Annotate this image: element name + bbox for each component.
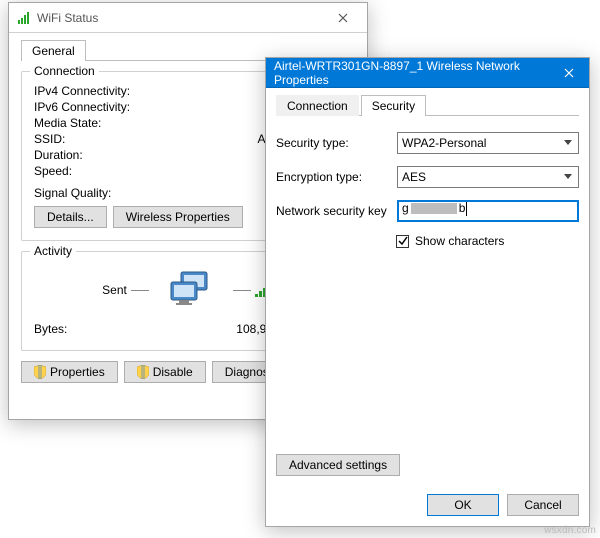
properties-button[interactable]: Properties xyxy=(21,361,118,383)
row-network-key: Network security key gb xyxy=(276,200,579,222)
duration-label: Duration: xyxy=(34,148,174,162)
network-key-prefix: g xyxy=(402,201,409,215)
row-encryption-type: Encryption type: AES xyxy=(276,166,579,188)
advanced-settings-button[interactable]: Advanced settings xyxy=(276,454,400,476)
disable-button[interactable]: Disable xyxy=(124,361,206,383)
wireless-properties-button[interactable]: Wireless Properties xyxy=(113,206,243,228)
text-caret xyxy=(466,202,467,216)
tab-connection[interactable]: Connection xyxy=(276,95,359,116)
status-titlebar[interactable]: WiFi Status xyxy=(9,3,367,33)
close-icon[interactable] xyxy=(549,58,589,88)
ok-button[interactable]: OK xyxy=(427,494,499,516)
show-characters-label: Show characters xyxy=(415,234,504,248)
status-title: WiFi Status xyxy=(37,11,327,25)
props-footer-buttons: OK Cancel xyxy=(276,476,579,516)
row-show-characters: Show characters xyxy=(396,234,579,248)
properties-button-label: Properties xyxy=(50,365,105,379)
encryption-type-select[interactable]: AES xyxy=(397,166,579,188)
media-label: Media State: xyxy=(34,116,174,130)
props-title: Airtel-WRTR301GN-8897_1 Wireless Network… xyxy=(274,59,549,87)
monitors-icon xyxy=(167,270,215,310)
details-button[interactable]: Details... xyxy=(34,206,107,228)
wireless-properties-window: Airtel-WRTR301GN-8897_1 Wireless Network… xyxy=(265,57,590,527)
bytes-label: Bytes: xyxy=(34,322,174,336)
wifi-icon xyxy=(17,11,31,25)
row-security-type: Security type: WPA2-Personal xyxy=(276,132,579,154)
encryption-type-label: Encryption type: xyxy=(276,170,391,184)
close-icon[interactable] xyxy=(327,8,359,28)
ssid-label: SSID: xyxy=(34,132,174,146)
ipv6-label: IPv6 Connectivity: xyxy=(34,100,174,114)
show-characters-checkbox[interactable] xyxy=(396,235,409,248)
props-tabbar: Connection Security xyxy=(276,94,579,116)
tab-general[interactable]: General xyxy=(21,40,86,61)
sent-label: Sent xyxy=(102,283,153,297)
encryption-type-value: AES xyxy=(402,170,426,184)
chevron-down-icon xyxy=(560,133,576,153)
props-titlebar[interactable]: Airtel-WRTR301GN-8897_1 Wireless Network… xyxy=(266,58,589,88)
network-key-label: Network security key xyxy=(276,204,391,218)
shield-icon xyxy=(137,365,149,379)
signal-label: Signal Quality: xyxy=(34,186,174,200)
security-type-label: Security type: xyxy=(276,136,391,150)
ipv4-label: IPv4 Connectivity: xyxy=(34,84,174,98)
speed-label: Speed: xyxy=(34,164,174,178)
disable-button-label: Disable xyxy=(153,365,193,379)
cancel-button[interactable]: Cancel xyxy=(507,494,579,516)
group-activity-legend: Activity xyxy=(30,244,76,258)
security-type-value: WPA2-Personal xyxy=(402,136,486,150)
network-key-input[interactable]: gb xyxy=(397,200,579,222)
props-body: Connection Security Security type: WPA2-… xyxy=(266,88,589,526)
shield-icon xyxy=(34,365,46,379)
redacted-segment xyxy=(411,203,457,214)
network-key-suffix: b xyxy=(459,201,466,215)
chevron-down-icon xyxy=(560,167,576,187)
security-type-select[interactable]: WPA2-Personal xyxy=(397,132,579,154)
tab-security[interactable]: Security xyxy=(361,95,426,116)
watermark: wsxdn.com xyxy=(544,525,596,536)
group-connection-legend: Connection xyxy=(30,64,99,78)
